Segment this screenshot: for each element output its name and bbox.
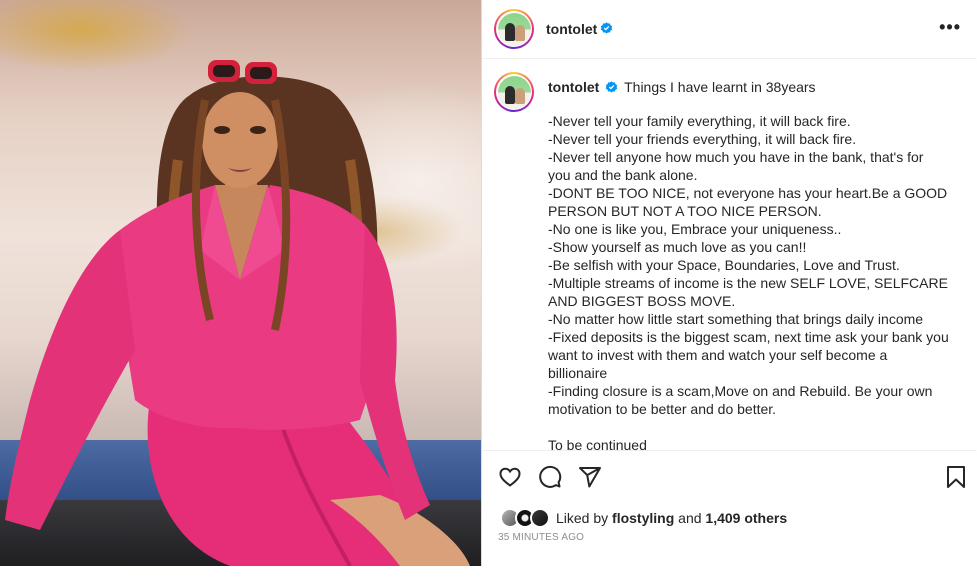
caption-avatar-figure-1 [504,85,515,104]
caption-line: -No one is like you, Embrace your unique… [548,221,842,237]
post-actions: Liked by flostyling and 1,409 others 35 … [482,450,977,566]
caption-line: -Never tell your family everything, it w… [548,113,851,129]
likes-others-link[interactable]: 1,409 others [705,510,787,526]
liker-avatars[interactable] [500,508,554,528]
caption-line: -Be selfish with your Space, Boundaries,… [548,257,900,273]
caption-line: To be continued [548,437,647,450]
avatar-figure-1 [504,22,515,41]
caption-line: -Show yourself as much love as you can!! [548,239,807,255]
caption-line: billionaire [548,365,608,381]
likes-user-link[interactable]: flostyling [612,510,674,526]
caption-line: you and the bank alone. [548,167,698,183]
caption-line: -Multiple streams of income is the new S… [548,275,948,291]
verified-badge-icon [606,81,618,93]
post-timestamp[interactable]: 35 MINUTES AGO [498,532,584,543]
heart-icon[interactable] [498,465,522,489]
caption-line: motivation to be better and do better. [548,401,777,417]
likes-joiner: and [678,510,702,526]
caption-line: want to invest with them and watch your … [548,347,888,363]
caption-avatar[interactable] [494,72,534,112]
caption-line: -Never tell anyone how much you have in … [548,149,924,165]
bookmark-icon[interactable] [944,465,968,489]
post-photo[interactable] [0,0,481,566]
caption-line: -Finding closure is a scam,Move on and R… [548,383,933,399]
author-avatar[interactable] [494,9,534,49]
caption-avatar-inner [496,74,532,110]
more-options-icon[interactable]: ••• [939,18,961,36]
caption-line: -Fixed deposits is the biggest scam, nex… [548,329,949,345]
likes-text: Liked by flostyling and 1,409 others [556,510,787,526]
caption-line: -Never tell your friends everything, it … [548,131,857,147]
comment-icon[interactable] [538,465,562,489]
caption-avatar-image [497,75,531,109]
header-username[interactable]: tontolet [546,21,597,37]
caption-line: AND BIGGEST BOSS MOVE. [548,293,736,309]
verified-badge-icon [600,22,613,34]
likes-row: Liked by flostyling and 1,409 others [500,507,787,529]
caption-avatar-figure-2 [514,87,525,104]
caption-line: -DONT BE TOO NICE, not everyone has your… [548,185,948,201]
avatar-figure-2 [514,24,525,41]
post-header: tontolet ••• [482,0,977,59]
caption-username[interactable]: tontolet [548,79,599,95]
caption-line: -No matter how little start something th… [548,311,924,327]
avatar-inner [496,11,532,47]
caption-title: Things I have learnt in 38years [624,79,816,95]
avatar-image [497,12,531,46]
liker-avatar-3 [530,508,550,528]
share-icon[interactable] [578,465,602,489]
caption-line: PERSON BUT NOT A TOO NICE PERSON. [548,203,822,219]
likes-prefix: Liked by [556,510,609,526]
caption-header: tontolet Things I have learnt in 38years [548,79,816,95]
woman-in-pink-suit-illustration [5,60,470,566]
caption-text: -Never tell your family everything, it w… [548,112,958,450]
caption-area: tontolet Things I have learnt in 38years… [482,60,977,450]
